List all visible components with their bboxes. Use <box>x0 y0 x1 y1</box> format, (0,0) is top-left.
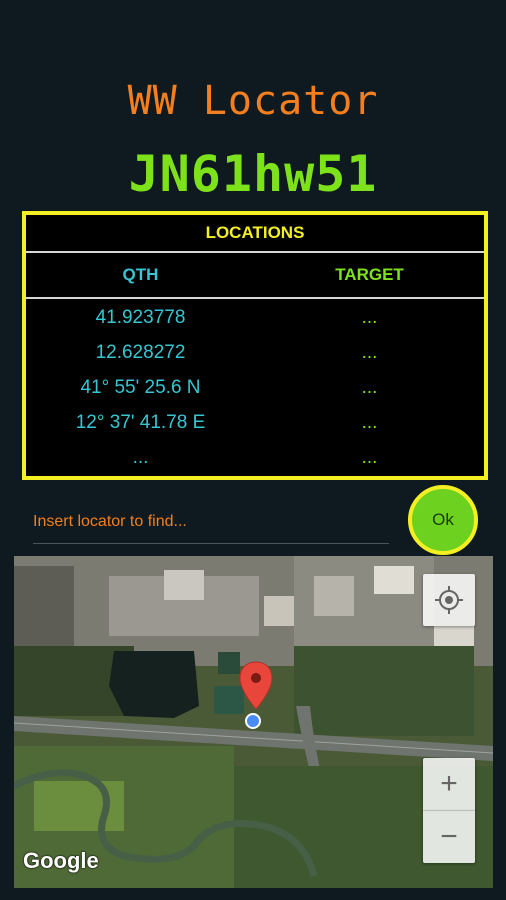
locations-panel: LOCATIONS QTH TARGET 41.923778 ... 12.62… <box>22 211 488 480</box>
minus-icon: − <box>440 820 458 853</box>
target-latitude-dms: ... <box>361 377 378 398</box>
qth-latitude-dms: 41° 55' 25.6 N <box>80 377 201 398</box>
app-title: WW Locator <box>127 78 379 124</box>
google-logo: Google <box>23 848 99 873</box>
my-location-icon <box>435 586 463 614</box>
locations-header: LOCATIONS <box>26 215 484 253</box>
table-row: 41.923778 ... <box>26 300 484 335</box>
target-latitude-decimal: ... <box>361 307 378 328</box>
zoom-out-button[interactable]: − <box>423 811 475 863</box>
plus-icon: + <box>440 767 458 800</box>
my-location-button[interactable] <box>423 574 475 626</box>
target-column-header: TARGET <box>335 265 404 284</box>
locator-code: JN61hw51 <box>128 145 378 203</box>
table-row: 41° 55' 25.6 N ... <box>26 370 484 405</box>
ok-button[interactable]: Ok <box>408 485 478 555</box>
table-row: 12° 37' 41.78 E ... <box>26 405 484 440</box>
column-headers: QTH TARGET <box>26 253 484 299</box>
qth-latitude-decimal: 41.923778 <box>95 307 186 328</box>
target-longitude-dms: ... <box>361 412 378 433</box>
map-view[interactable]: + − Google <box>14 556 493 888</box>
qth-longitude-decimal: 12.628272 <box>95 342 186 363</box>
locator-search-input[interactable] <box>33 500 389 544</box>
target-extra: ... <box>361 447 378 468</box>
zoom-in-button[interactable]: + <box>423 758 475 811</box>
map-pin-icon[interactable] <box>239 661 273 711</box>
current-position-dot-icon <box>245 713 261 729</box>
table-row: ... ... <box>26 440 484 475</box>
target-longitude-decimal: ... <box>361 342 378 363</box>
qth-column-header: QTH <box>122 265 159 284</box>
qth-longitude-dms: 12° 37' 41.78 E <box>75 412 206 433</box>
qth-extra: ... <box>132 447 149 468</box>
table-row: 12.628272 ... <box>26 335 484 370</box>
